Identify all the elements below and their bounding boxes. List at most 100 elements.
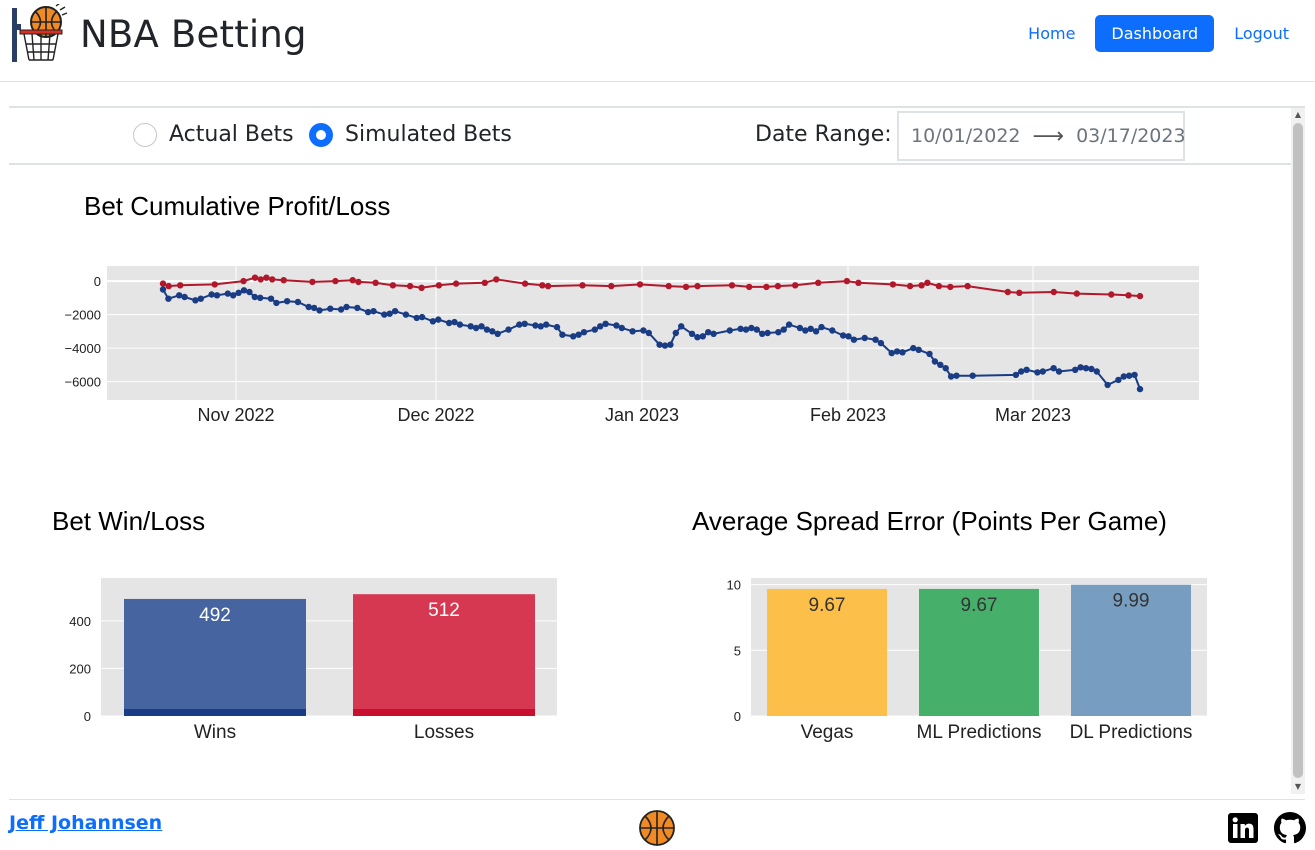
data-point [553,323,561,331]
data-point [746,283,753,291]
data-point [429,318,437,325]
data-point [1131,371,1138,379]
date-range-label: Date Range: [755,122,892,147]
data-point [964,282,971,290]
bar-data-label: 9.67 [961,595,998,616]
date-range-picker[interactable]: 10/01/2022 ⟶ 03/17/2023 [897,111,1186,161]
data-point [812,328,820,335]
data-point [240,277,247,285]
data-point [1073,290,1081,297]
y-tick-label: 0 [734,709,741,724]
data-point [829,327,836,334]
data-point [1125,292,1132,299]
data-point [273,299,280,307]
data-point [343,303,350,311]
data-point [213,292,221,299]
data-point [435,316,442,323]
arrow-right-icon: ⟶ [1032,123,1065,149]
end-date-input[interactable]: 03/17/2023 [1076,125,1186,147]
data-point [1055,368,1063,375]
data-point [364,308,372,316]
data-point [918,282,925,289]
data-point [591,326,598,333]
data-point [763,283,770,291]
data-point [544,282,552,290]
scrollbar[interactable]: ▲ ▼ [1291,108,1305,794]
data-point [570,333,577,340]
data-point [267,295,275,302]
y-tick-label: 200 [69,661,91,676]
main-nav: Home Dashboard Logout [1018,15,1299,52]
data-point [478,323,485,330]
data-point [924,279,931,286]
bar-data-label: 9.67 [809,595,846,616]
data-point [197,295,204,302]
github-icon[interactable] [1274,812,1306,844]
data-point [845,333,852,340]
data-point [1039,368,1047,375]
data-point [1136,385,1144,393]
data-point [753,326,760,333]
data-point [539,282,546,289]
data-point [165,295,172,302]
radio-unchecked-icon[interactable] [133,122,157,147]
author-link[interactable]: Jeff Johannsen [9,812,162,834]
data-point [381,311,388,318]
data-point [1093,368,1101,375]
data-point [483,326,491,333]
win-loss-chart-title: Bet Win/Loss [52,506,206,536]
data-point [1082,365,1090,372]
scroll-up-icon[interactable]: ▲ [1291,110,1305,120]
scroll-thumb[interactable] [1293,123,1303,778]
basketball-icon[interactable] [638,809,676,847]
linkedin-icon[interactable] [1228,813,1258,843]
x-tick-label: Dec 2022 [397,405,474,425]
brand[interactable]: NBA Betting [10,4,307,64]
data-point [251,293,258,301]
data-point [181,293,188,301]
basketball-hoop-icon [12,4,68,62]
data-point [435,282,443,289]
data-point [931,358,939,365]
radio-actual-bets[interactable]: Actual Bets [133,122,294,147]
x-tick-label: Feb 2023 [810,405,886,425]
data-point [910,344,917,352]
data-point [532,322,539,329]
radio-checked-icon[interactable] [309,122,333,147]
data-point [1034,369,1041,376]
data-point [1108,291,1115,298]
data-point [1136,292,1144,300]
data-point [246,288,253,296]
nav-home[interactable]: Home [1018,15,1085,52]
data-point [327,305,334,312]
data-point [445,319,453,327]
data-point [618,324,625,332]
data-point [176,292,183,299]
data-point [494,330,501,337]
x-tick-label: Losses [414,722,474,743]
data-point [559,331,566,338]
data-point [694,334,701,341]
data-point [370,308,377,315]
footer: Jeff Johannsen [9,799,1306,850]
x-tick-label: ML Predictions [917,722,1042,743]
start-date-input[interactable]: 10/01/2022 [911,125,1021,147]
spread-error-chart: 0 5 10 9.67 Vegas 9.67 ML Predictions 9.99 DL Pr… [727,578,1207,743]
nav-dashboard[interactable]: Dashboard [1095,15,1215,52]
radio-simulated-bets[interactable]: Simulated Bets [309,122,512,147]
nav-logout[interactable]: Logout [1224,15,1299,52]
data-point [780,326,787,333]
data-point [280,277,287,284]
data-point [947,373,955,380]
data-point [1126,372,1133,379]
data-point [165,282,172,290]
app-title: NBA Betting [80,12,307,56]
data-point [815,279,822,286]
data-point [251,274,259,281]
data-point [785,321,793,328]
scroll-down-icon[interactable]: ▼ [1291,782,1305,792]
data-point [1018,368,1025,375]
data-point [759,330,766,337]
data-point [682,283,690,291]
y-tick-label: −6000 [64,375,101,390]
